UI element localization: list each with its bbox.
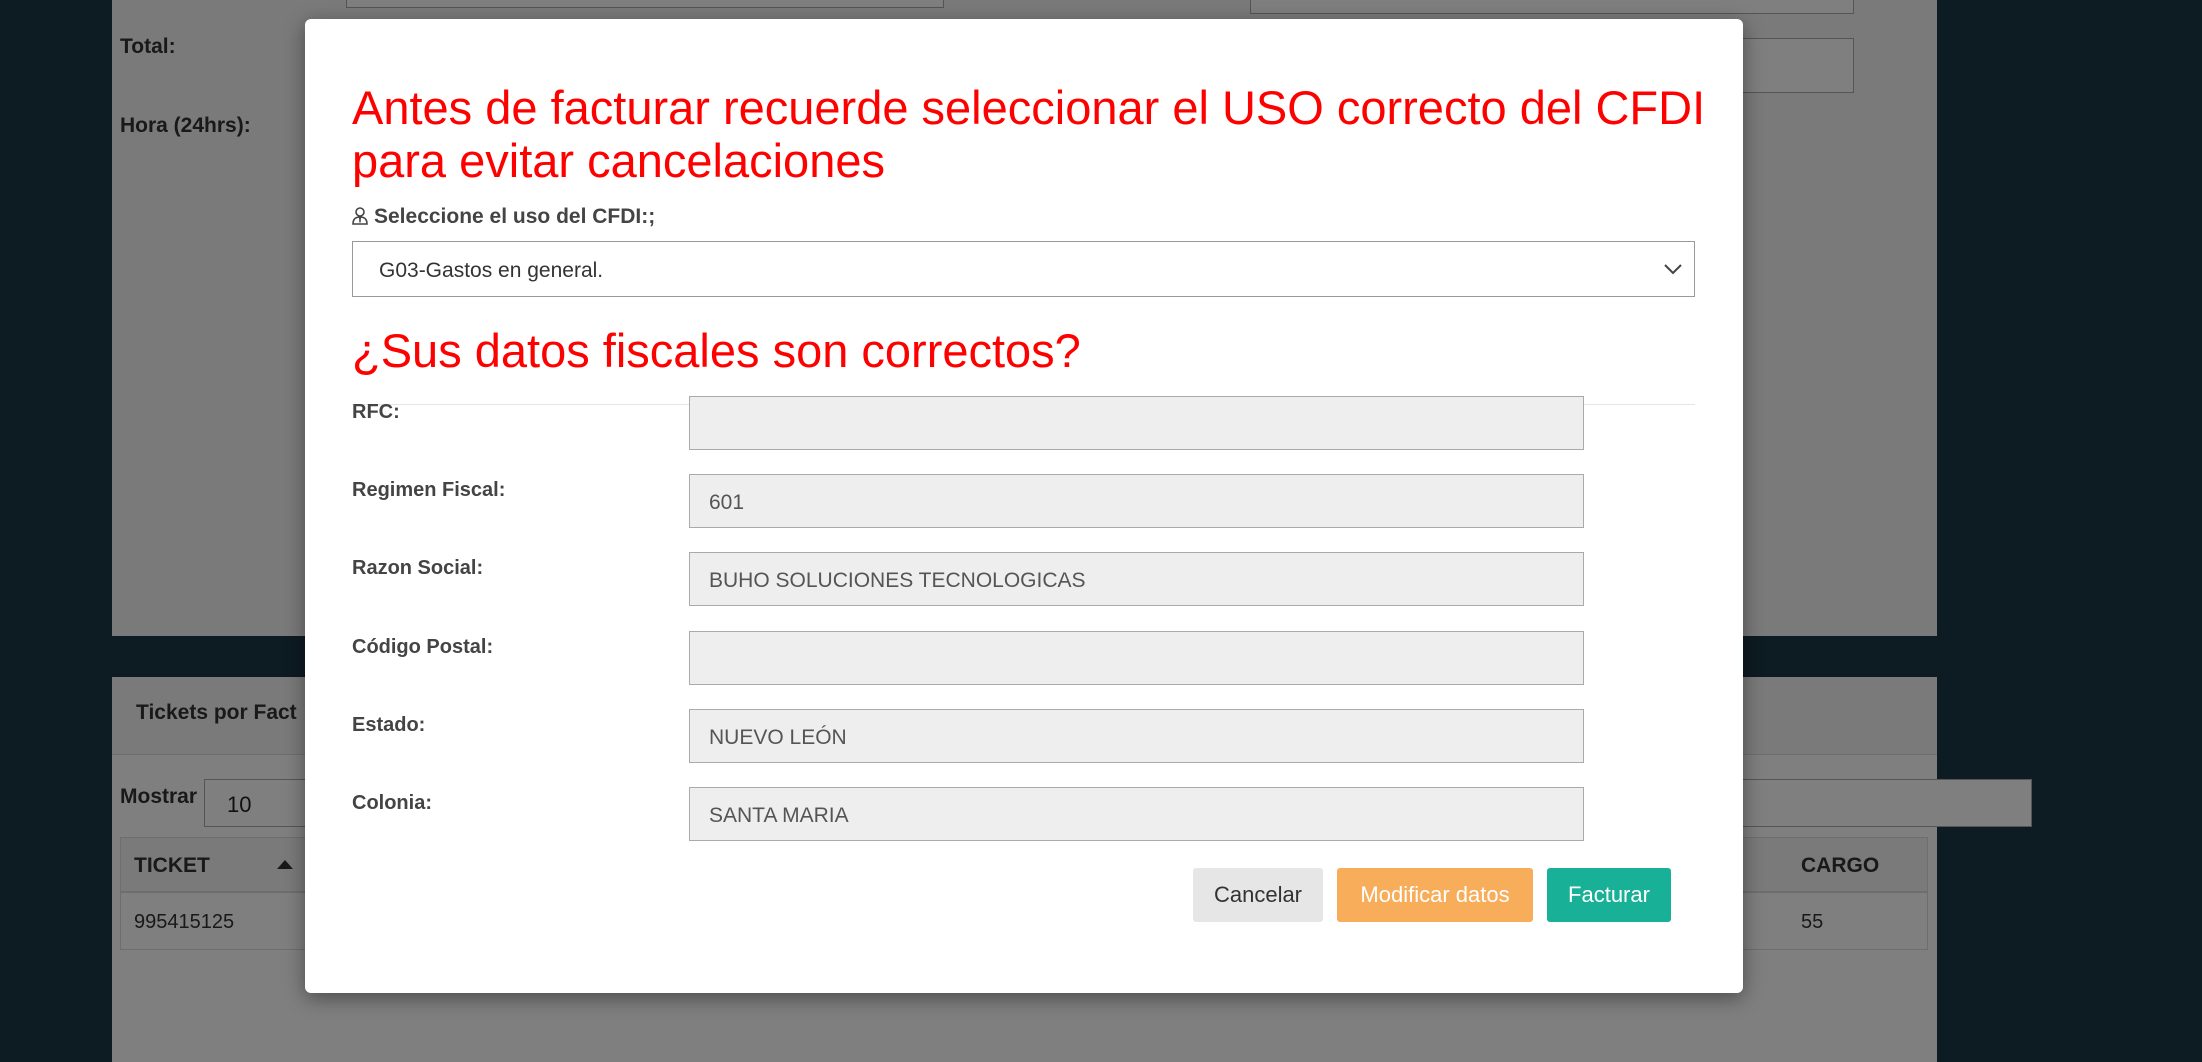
codigo-postal-field[interactable] [689,631,1584,685]
razon-social-label: Razon Social: [352,557,484,579]
fiscal-data-heading: ¿Sus datos fiscales son correctos? [352,324,1081,377]
cfdi-label: Seleccione el uso del CFDI:; [352,205,655,229]
modal-title: Antes de facturar recuerde seleccionar e… [352,81,1706,187]
user-tie-icon [352,207,368,225]
page: Total: Hora (24hrs): Tickets por Fact Mo… [0,0,2202,1062]
regimen-fiscal-label: Regimen Fiscal: [352,479,506,501]
colonia-value: SANTA MARIA [709,804,849,827]
cfdi-use-select[interactable]: G03-Gastos en general. [352,241,1695,297]
cfdi-label-text: Seleccione el uso del CFDI:; [374,205,656,228]
modify-data-button[interactable]: Modificar datos [1337,868,1533,922]
invoice-modal: Antes de facturar recuerde seleccionar e… [305,19,1743,993]
regimen-fiscal-field[interactable]: 601 [689,474,1584,528]
estado-label: Estado: [352,714,426,736]
razon-social-field[interactable]: BUHO SOLUCIONES TECNOLOGICAS [689,552,1584,606]
rfc-field[interactable] [689,396,1584,450]
colonia-label: Colonia: [352,792,432,814]
regimen-fiscal-value: 601 [709,491,745,514]
facturar-button[interactable]: Facturar [1547,868,1671,922]
codigo-postal-label: Código Postal: [352,636,494,658]
estado-field[interactable]: NUEVO LEÓN [689,709,1584,763]
cfdi-selected-value: G03-Gastos en general. [379,259,604,282]
estado-value: NUEVO LEÓN [709,726,847,749]
cancel-button[interactable]: Cancelar [1193,868,1323,922]
rfc-label: RFC: [352,401,400,423]
razon-social-value: BUHO SOLUCIONES TECNOLOGICAS [709,569,1086,592]
colonia-field[interactable]: SANTA MARIA [689,787,1584,841]
chevron-down-icon [1664,262,1682,275]
